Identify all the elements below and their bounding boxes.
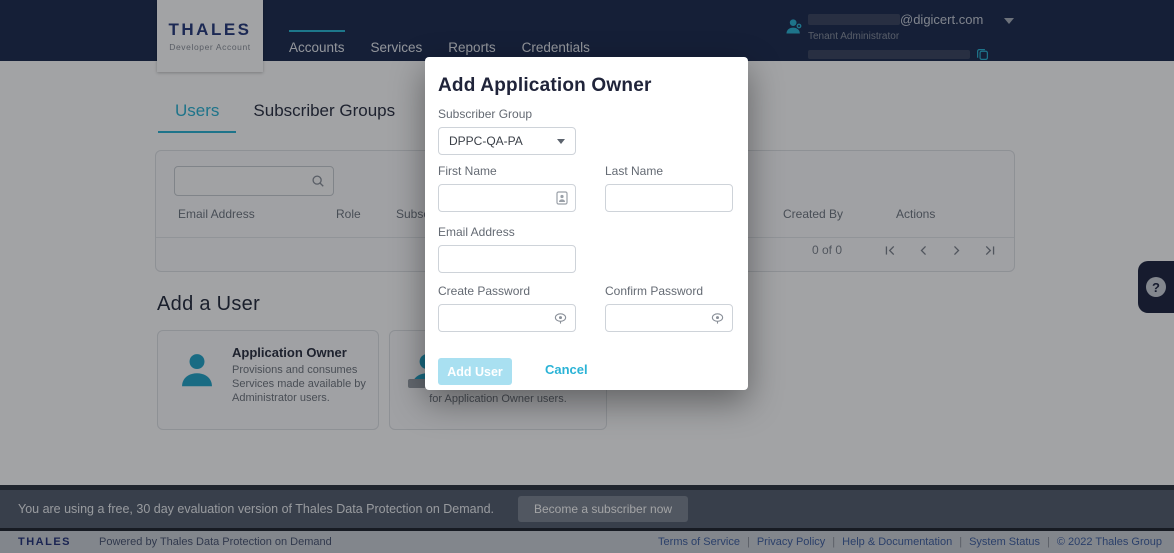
add-user-button[interactable]: Add User (438, 358, 512, 385)
last-name-label: Last Name (605, 164, 663, 178)
subscriber-group-label: Subscriber Group (438, 107, 532, 121)
create-password-label: Create Password (438, 284, 530, 298)
chevron-down-icon (557, 139, 565, 144)
contact-autofill-icon (556, 191, 568, 205)
email-address-label: Email Address (438, 225, 515, 239)
create-password-field[interactable] (438, 304, 576, 332)
app-window: Accounts Services Reports Credentials (0, 0, 1174, 553)
subscriber-group-select[interactable]: DPPC-QA-PA (438, 127, 576, 155)
dialog-title: Add Application Owner (438, 75, 652, 97)
eye-icon[interactable] (553, 312, 568, 325)
subscriber-group-value: DPPC-QA-PA (449, 134, 523, 148)
add-application-owner-dialog: Add Application Owner Subscriber Group D… (425, 57, 748, 390)
cancel-button[interactable]: Cancel (545, 362, 588, 377)
first-name-label: First Name (438, 164, 497, 178)
last-name-field[interactable] (605, 184, 733, 212)
confirm-password-field[interactable] (605, 304, 733, 332)
first-name-field[interactable] (438, 184, 576, 212)
eye-icon[interactable] (710, 312, 725, 325)
email-address-field[interactable] (438, 245, 576, 273)
confirm-password-label: Confirm Password (605, 284, 703, 298)
